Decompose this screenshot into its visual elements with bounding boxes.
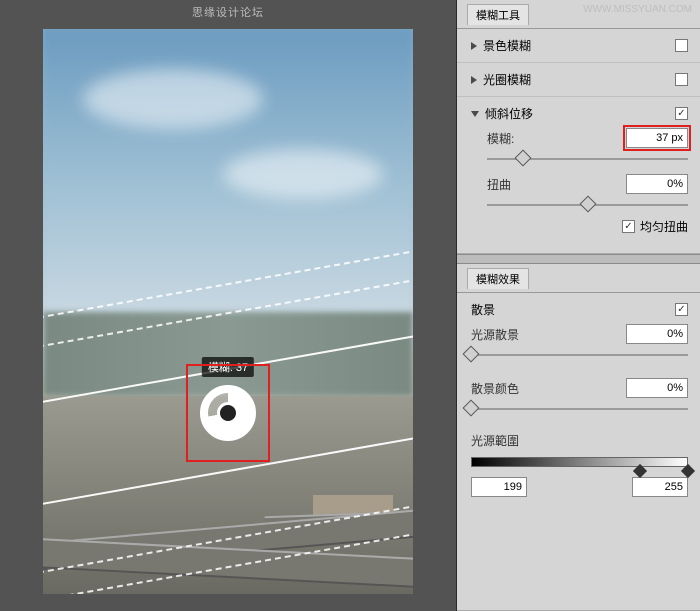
checkbox-bokeh[interactable]: ✓ xyxy=(675,303,688,316)
section-label: 景色模糊 xyxy=(483,37,531,54)
checkbox-field-blur[interactable] xyxy=(675,39,688,52)
document-image[interactable]: 模糊: 37 xyxy=(43,29,413,594)
light-bokeh-label: 光源散景 xyxy=(471,326,551,343)
section-field-blur[interactable]: 景色模糊 xyxy=(457,29,700,63)
chevron-right-icon xyxy=(471,76,477,84)
symmetric-distort-label: 均匀扭曲 xyxy=(640,218,688,235)
blur-label: 模糊: xyxy=(471,130,535,147)
bokeh-color-value[interactable]: 0% xyxy=(626,378,688,398)
range-gradient xyxy=(471,457,688,467)
bokeh-color-label: 散景颜色 xyxy=(471,380,551,397)
city-skyline xyxy=(43,312,413,397)
distort-label: 扭曲 xyxy=(471,176,535,193)
blur-effects-panel: 模糊效果 散景 ✓ 光源散景 0% 散景颜色 0% xyxy=(457,264,700,611)
slider-thumb[interactable] xyxy=(463,400,480,417)
range-high-input[interactable]: 255 xyxy=(632,477,688,497)
section-iris-blur[interactable]: 光圈模糊 xyxy=(457,63,700,97)
light-bokeh-value[interactable]: 0% xyxy=(626,324,688,344)
canvas-area[interactable]: 模糊: 37 思缘设计论坛 xyxy=(0,0,456,611)
bokeh-label: 散景 xyxy=(471,301,495,318)
tab-label: 模糊效果 xyxy=(467,268,529,289)
tab-label: 模糊工具 xyxy=(467,4,529,25)
right-panels: WWW.MISSYUAN.COM 模糊工具 景色模糊 光圈模糊 倾斜位移 ✓ xyxy=(456,0,700,611)
distort-value-input[interactable]: 0% xyxy=(626,174,688,194)
panel-tab-blur-effects[interactable]: 模糊效果 xyxy=(457,264,700,293)
range-low-input[interactable]: 199 xyxy=(471,477,527,497)
section-bokeh: 散景 ✓ 光源散景 0% 散景颜色 0% 光源範圍 xyxy=(457,293,700,505)
watermark-center: 思缘设计论坛 xyxy=(0,4,456,20)
checkbox-tilt-shift[interactable]: ✓ xyxy=(675,107,688,120)
section-tilt-shift[interactable]: 倾斜位移 ✓ 模糊: 37 px 扭曲 0% ✓ 均匀扭曲 xyxy=(457,97,700,253)
chevron-right-icon xyxy=(471,42,477,50)
light-bokeh-slider[interactable] xyxy=(471,346,688,364)
panel-tab-blur-tools[interactable]: 模糊工具 xyxy=(457,0,700,29)
slider-thumb[interactable] xyxy=(515,150,532,167)
light-range-label: 光源範圍 xyxy=(471,432,551,449)
slider-track xyxy=(471,354,688,356)
slider-thumb[interactable] xyxy=(579,196,596,213)
chevron-down-icon xyxy=(471,111,479,117)
blur-pin[interactable] xyxy=(200,385,256,441)
checkbox-symmetric-distort[interactable]: ✓ xyxy=(622,220,635,233)
section-label: 倾斜位移 xyxy=(485,105,533,122)
blur-tools-panel: 模糊工具 景色模糊 光圈模糊 倾斜位移 ✓ 模糊: xyxy=(457,0,700,254)
slider-thumb[interactable] xyxy=(463,346,480,363)
panel-divider[interactable] xyxy=(457,254,700,264)
section-label: 光圈模糊 xyxy=(483,71,531,88)
blur-pin-ring[interactable] xyxy=(200,385,256,441)
bokeh-color-slider[interactable] xyxy=(471,400,688,418)
cloud xyxy=(223,149,383,199)
slider-track xyxy=(471,408,688,410)
distort-slider[interactable] xyxy=(487,196,688,214)
light-range-slider[interactable] xyxy=(471,453,688,473)
blur-slider[interactable] xyxy=(487,150,688,168)
checkbox-iris-blur[interactable] xyxy=(675,73,688,86)
blur-pin-label: 模糊: 37 xyxy=(202,357,254,377)
cloud xyxy=(83,69,263,129)
blur-value-input[interactable]: 37 px xyxy=(626,128,688,148)
blur-pin-center[interactable] xyxy=(217,402,239,424)
